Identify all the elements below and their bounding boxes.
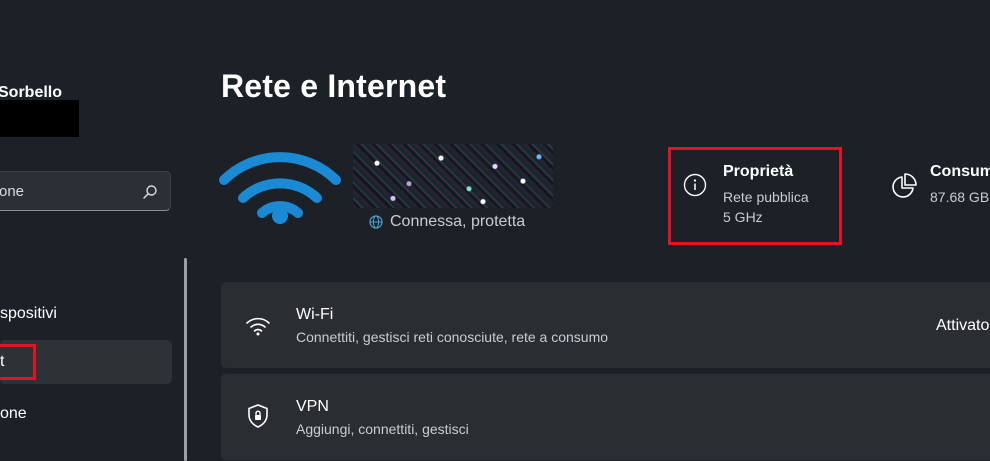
data-usage-title[interactable]: Consum [930,163,990,181]
vpn-card-subtitle: Aggiungi, connettiti, gestisci [296,421,469,437]
wifi-card[interactable]: Wi-Fi Connettiti, gestisci reti conosciu… [221,282,990,368]
wifi-toggle-status[interactable]: Attivato [936,317,989,335]
network-name-redacted [353,144,553,208]
properties-title[interactable]: Proprietà [723,163,793,181]
red-highlight-box [0,344,36,380]
wifi-icon [246,317,270,336]
vpn-card[interactable]: VPN Aggiungi, connettiti, gestisci [221,374,990,460]
sidebar-item-devices[interactable]: spositivi [0,305,57,323]
wifi-large-icon [219,152,341,224]
globe-icon [369,215,383,229]
info-icon[interactable] [683,173,707,197]
connection-status: Connessa, protetta [390,213,526,230]
search-icon[interactable] [142,184,158,200]
redacted-email [0,100,79,137]
vpn-card-title: VPN [296,398,329,415]
sidebar-item-personalization[interactable]: one [0,405,27,423]
wifi-card-title: Wi-Fi [296,306,334,323]
settings-search-input[interactable]: one [0,171,171,211]
data-usage-value: 87.68 GB [930,189,990,205]
pie-chart-icon[interactable] [890,172,918,200]
network-band: 5 GHz [723,209,763,225]
search-text: one [0,183,25,200]
wifi-card-subtitle: Connettiti, gestisci reti conosciute, re… [296,329,609,345]
sidebar-scrollbar[interactable] [184,258,187,461]
network-type: Rete pubblica [723,189,809,205]
page-title: Rete e Internet [221,68,447,104]
vpn-shield-icon [248,404,268,428]
